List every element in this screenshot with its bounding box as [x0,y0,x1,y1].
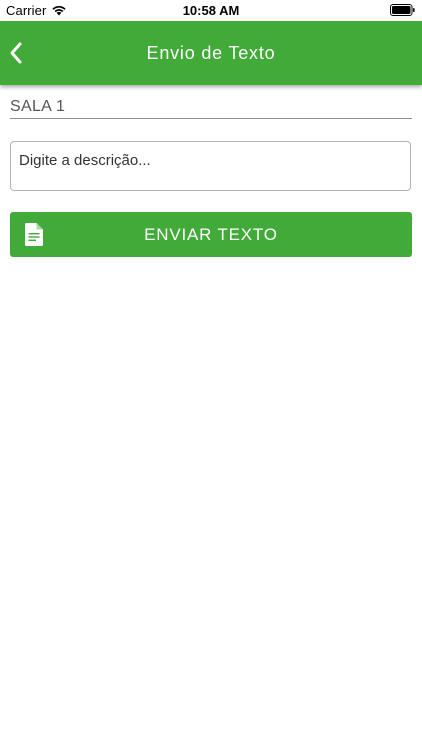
chevron-left-icon [10,42,22,64]
page-title: Envio de Texto [146,43,276,63]
send-text-label: ENVIAR TEXTO [144,225,278,244]
battery-icon [390,4,415,16]
send-text-button[interactable]: ENVIAR TEXTO [10,212,412,257]
back-button[interactable] [6,39,28,67]
description-input[interactable] [10,141,411,191]
nav-bar: Envio de Texto [0,21,422,85]
status-bar: Carrier 10:58 AM [0,0,422,21]
room-name-field: SALA 1 [10,96,412,119]
screen: Carrier 10:58 AM Envio de Texto SALA 1 D… [0,0,422,750]
clock: 10:58 AM [182,3,240,18]
